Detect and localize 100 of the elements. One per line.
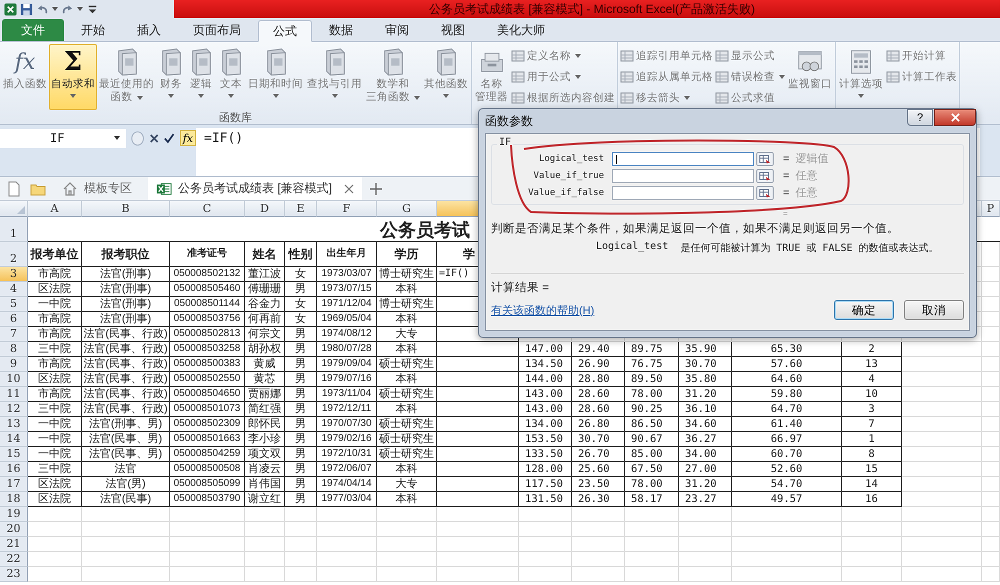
ribbon-tab[interactable]: 美化大师 <box>482 19 560 41</box>
check-icon[interactable] <box>164 132 175 144</box>
row-header[interactable]: 7 <box>0 327 28 342</box>
grid-icon <box>620 49 634 63</box>
document-tab[interactable]: 模板专区 <box>54 177 140 200</box>
empty-cell <box>317 522 377 537</box>
table-cell: 134.50 <box>519 357 572 372</box>
table-cell: 男 <box>285 462 317 477</box>
argument-label: Logical_test <box>538 154 604 164</box>
column-header[interactable]: G <box>377 201 437 217</box>
table-cell: 硕士研究生 <box>377 432 437 447</box>
insert-function-button[interactable]: fx <box>180 130 196 146</box>
row-header[interactable]: 11 <box>0 387 28 402</box>
ribbon-tab[interactable]: 开始 <box>66 19 120 41</box>
document-tab[interactable]: 公务员考试成绩表 [兼容模式] <box>148 177 362 200</box>
row-header[interactable]: 3 <box>0 267 28 282</box>
empty-cell <box>285 522 317 537</box>
row-header[interactable]: 22 <box>0 552 28 567</box>
column-header[interactable]: F <box>317 201 377 217</box>
splitter-handle-icon[interactable] <box>130 130 144 146</box>
row-header[interactable]: 16 <box>0 462 28 477</box>
ribbon-tab[interactable]: 数据 <box>314 19 368 41</box>
table-cell: 133.50 <box>519 447 572 462</box>
table-cell: 大专 <box>377 327 437 342</box>
column-header[interactable]: D <box>245 201 285 217</box>
row-header[interactable]: 18 <box>0 492 28 507</box>
file-tab[interactable]: 文件 <box>2 19 64 41</box>
row-header[interactable]: 9 <box>0 357 28 372</box>
table-cell: 54.70 <box>732 477 842 492</box>
table-cell: 男 <box>285 477 317 492</box>
row-header[interactable]: 13 <box>0 417 28 432</box>
row-header[interactable]: 14 <box>0 432 28 447</box>
empty-cell <box>317 567 377 582</box>
row-header[interactable]: 15 <box>0 447 28 462</box>
table-cell: 姓名 <box>245 242 285 267</box>
undo-icon[interactable] <box>36 2 49 16</box>
row-header[interactable]: 4 <box>0 282 28 297</box>
range-select-icon[interactable] <box>756 168 774 182</box>
name-box[interactable]: IF <box>0 128 126 148</box>
row-header[interactable]: 8 <box>0 342 28 357</box>
table-cell: 男 <box>285 282 317 297</box>
close-icon[interactable] <box>344 184 354 194</box>
table-cell: 050008500508 <box>170 462 245 477</box>
column-header[interactable]: B <box>82 201 170 217</box>
cancel-icon[interactable] <box>148 132 160 144</box>
empty-cell <box>679 552 732 567</box>
table-cell: 31.20 <box>679 477 732 492</box>
table-cell: 29.40 <box>572 342 625 357</box>
column-header[interactable]: P <box>982 201 1000 217</box>
table-cell: 博士研究生 <box>377 267 437 282</box>
empty-cell <box>842 537 902 552</box>
table-cell: 050008502813 <box>170 327 245 342</box>
grid-icon <box>715 49 729 63</box>
row-header[interactable]: 1 <box>0 217 28 242</box>
ribbon-tab[interactable]: 插入 <box>122 19 176 41</box>
dialog-button[interactable]: 取消 <box>904 300 964 320</box>
argument-field[interactable] <box>612 168 754 182</box>
plus-icon[interactable] <box>370 182 382 194</box>
redo-icon[interactable] <box>61 2 74 16</box>
row-header[interactable]: 2 <box>0 242 28 267</box>
caret-icon[interactable] <box>52 7 58 11</box>
grid-icon <box>511 91 525 105</box>
row-header[interactable]: 23 <box>0 567 28 582</box>
row-header[interactable]: 12 <box>0 402 28 417</box>
table-cell: 10 <box>842 387 902 402</box>
table-cell: 法官(刑事) <box>82 282 170 297</box>
row-header[interactable]: 21 <box>0 537 28 552</box>
row-header[interactable]: 17 <box>0 477 28 492</box>
table-cell: 1974/04/14 <box>317 477 377 492</box>
argument-field[interactable] <box>612 186 754 200</box>
table-cell: 147.00 <box>519 342 572 357</box>
table-cell: 13 <box>842 357 902 372</box>
row-header[interactable]: 10 <box>0 372 28 387</box>
range-select-icon[interactable] <box>756 186 774 200</box>
caret-icon <box>414 96 420 100</box>
table-cell: 050008502132 <box>170 267 245 282</box>
ribbon-tab[interactable]: 视图 <box>426 19 480 41</box>
grid-icon <box>715 91 729 105</box>
table-cell: 本科 <box>377 282 437 297</box>
table-cell: 36.27 <box>679 432 732 447</box>
ribbon-tab[interactable]: 公式 <box>258 20 312 42</box>
new-document-icon[interactable] <box>6 180 22 196</box>
ribbon-tab[interactable]: 页面布局 <box>178 19 256 41</box>
column-header[interactable]: E <box>285 201 317 217</box>
row-header[interactable]: 5 <box>0 297 28 312</box>
close-button[interactable] <box>934 109 976 126</box>
caret-icon[interactable] <box>77 7 83 11</box>
dialog-button[interactable]: 确定 <box>834 300 894 320</box>
column-header[interactable]: C <box>170 201 245 217</box>
help-button[interactable]: ? <box>907 109 933 126</box>
row-header[interactable]: 19 <box>0 507 28 522</box>
ribbon-tab[interactable]: 审阅 <box>370 19 424 41</box>
argument-field[interactable] <box>612 152 754 166</box>
range-select-icon[interactable] <box>756 152 774 166</box>
save-icon[interactable] <box>20 2 33 16</box>
row-header[interactable]: 20 <box>0 522 28 537</box>
row-header[interactable]: 6 <box>0 312 28 327</box>
column-header[interactable]: A <box>28 201 82 217</box>
ribbon-button[interactable]: Σ 自动求和 <box>49 44 97 110</box>
help-link[interactable]: 有关该函数的帮助(H) <box>491 302 594 318</box>
